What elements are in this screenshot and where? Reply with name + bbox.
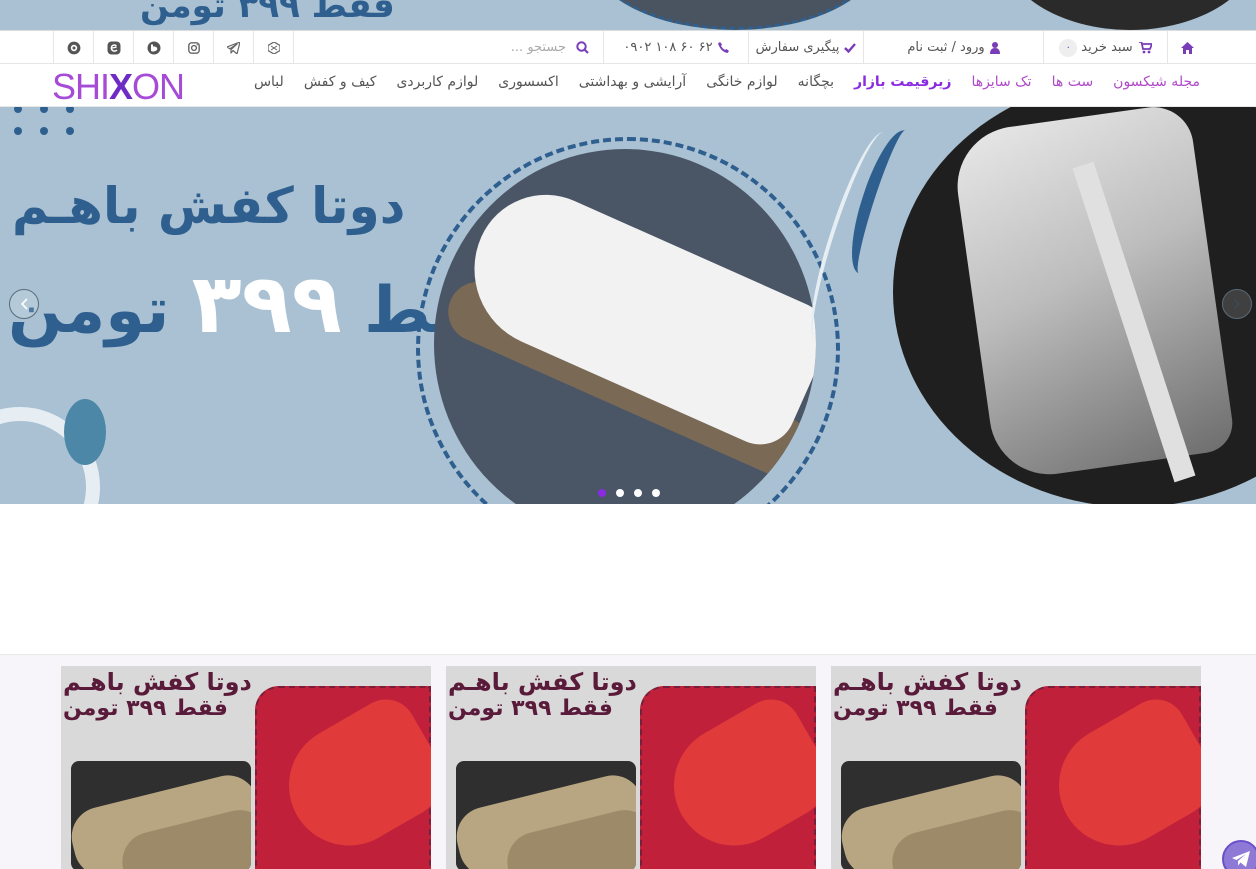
nav-item-single-sizes[interactable]: تک سایزها [971,74,1031,90]
social-link-rubika[interactable] [253,31,293,64]
slider-dot[interactable] [634,489,642,497]
logo-x: X [109,66,133,107]
social-link-aparat[interactable] [53,31,93,64]
chevron-left-icon [20,298,28,310]
login-register-link[interactable]: ورود / ثبت نام [863,31,1043,64]
user-icon [989,41,1000,54]
top-promo-strip: فقط ۳۹۹ تومن [0,0,1256,30]
bale-icon [147,41,160,54]
instagram-icon [187,41,200,54]
decorative-dots [14,107,84,137]
home-icon [1181,41,1194,54]
main-navigation: SHI X ON لباس کیف و کفش لوازم کاربردی اکسس… [0,64,1256,107]
cart-button[interactable]: سبد خرید ۰ [1043,31,1167,64]
nav-menu: لباس کیف و کفش لوازم کاربردی اکسسوری آرا… [254,74,1200,90]
slider-dot[interactable] [616,489,624,497]
aparat-icon [67,41,80,54]
cart-label: سبد خرید [1081,40,1133,55]
phone-number: ۰۹۰۲ ۱۰۸ ۶۰ ۶۲ [623,40,713,55]
nav-item-bags-shoes[interactable]: کیف و کفش [304,74,377,90]
nav-item-below-market[interactable]: زیرقیمت بازار [854,74,951,90]
eitaa-icon [107,41,120,54]
social-link-instagram[interactable] [173,31,213,64]
check-icon [844,42,857,53]
promo-title: دوتا کفش باهـم [833,668,1022,696]
slider-dot[interactable] [598,489,606,497]
social-link-eitaa[interactable] [93,31,133,64]
promo-price: فقط ۳۹۹ تومن [63,696,228,721]
nav-item-kids[interactable]: بچگانه [798,74,834,90]
nav-item-home-appliances[interactable]: لوازم خانگی [706,74,777,90]
nav-item-cosmetics[interactable]: آرایشی و بهداشتی [579,74,686,90]
social-link-telegram[interactable] [213,31,253,64]
search-input[interactable] [346,40,566,55]
telegram-icon [1232,851,1250,867]
slider-next-button[interactable] [1222,289,1252,319]
khaki-shoes-image [841,761,1021,869]
social-link-bale[interactable] [133,31,173,64]
home-button[interactable] [1167,31,1207,64]
khaki-shoes-image [456,761,636,869]
promo-title: دوتا کفش باهـم [448,668,637,696]
search-box [293,31,603,64]
red-shoe-image [255,686,431,869]
chevron-right-icon [1233,298,1241,310]
nav-item-clothing[interactable]: لباس [254,74,284,90]
order-tracking-link[interactable]: پیگیری سفارش [748,31,863,64]
top-strip-sneaker-image [1000,0,1256,30]
logo-text-part: ON [132,66,185,107]
red-shoe-image [640,686,816,869]
telegram-icon [227,41,240,54]
khaki-shoes-image [71,761,251,869]
red-shoe-image [1025,686,1201,869]
search-icon[interactable] [576,41,589,54]
nav-item-utility[interactable]: لوازم کاربردی [396,74,478,90]
promo-price: فقط ۳۹۹ تومن [833,696,998,721]
login-label: ورود / ثبت نام [907,40,985,55]
slider-pagination [598,489,660,497]
top-strip-shoe-image [590,0,880,30]
site-logo[interactable]: SHI X ON [52,66,185,107]
top-strip-text: فقط ۳۹۹ تومن [140,0,395,26]
sneaker-image [893,107,1256,504]
phone-icon [717,42,729,53]
hero-price: ۳۹۹ [191,257,342,352]
promo-banner[interactable]: دوتا کفش باهـم فقط ۳۹۹ تومن [61,666,431,869]
telegram-chat-button[interactable] [1222,840,1256,869]
promo-banners: دوتا کفش باهـم فقط ۳۹۹ تومن دوتا کفش باه… [0,654,1256,869]
hero-title-line1: دوتا کفش باهـم [12,177,406,235]
promo-banner[interactable]: دوتا کفش باهـم فقط ۳۹۹ تومن [831,666,1201,869]
cart-count-badge: ۰ [1059,38,1078,57]
slider-dot[interactable] [652,489,660,497]
promo-price: فقط ۳۹۹ تومن [448,696,613,721]
nav-item-accessories[interactable]: اکسسوری [498,74,558,90]
nav-item-magazine[interactable]: مجله شیکسون [1113,74,1200,90]
slider-prev-button[interactable] [9,289,39,319]
hero-slider: دوتا کفش باهـم فقط ۳۹۹ تومن [0,107,1256,504]
cart-icon [1138,41,1152,53]
nav-item-sets[interactable]: ست ها [1052,74,1094,90]
logo-text-part: SHI [52,66,110,107]
utility-bar: سبد خرید ۰ ورود / ثبت نام پیگیری سفارش ۰… [0,30,1256,64]
decorative-blob [64,399,106,465]
promo-title: دوتا کفش باهـم [63,668,252,696]
phone-link[interactable]: ۰۹۰۲ ۱۰۸ ۶۰ ۶۲ [603,31,748,64]
rubika-icon [267,41,280,54]
promo-banner[interactable]: دوتا کفش باهـم فقط ۳۹۹ تومن [446,666,816,869]
order-tracking-label: پیگیری سفارش [755,40,840,55]
